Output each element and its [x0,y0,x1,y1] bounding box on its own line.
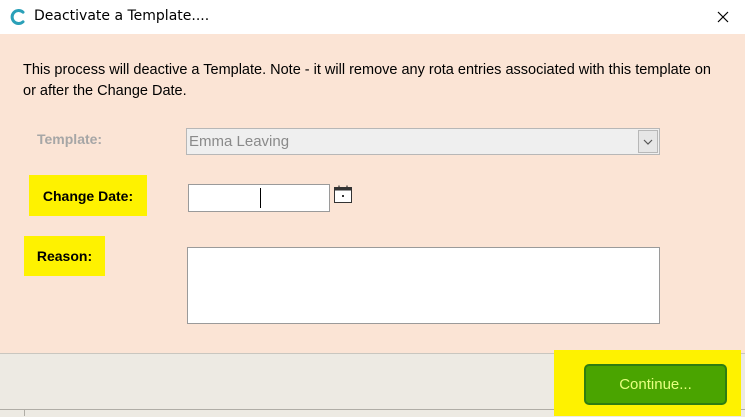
template-select-value: Emma Leaving [189,133,290,150]
calendar-icon[interactable] [333,184,353,204]
reason-label: Reason: [36,248,93,264]
change-date-label-highlight: Change Date: [29,175,147,216]
template-select[interactable]: Emma Leaving [186,128,660,155]
reason-label-highlight: Reason: [24,236,105,276]
window-title: Deactivate a Template.... [34,8,210,24]
title-bar: Deactivate a Template.... [0,0,745,34]
chevron-down-icon [643,139,653,145]
description-text: This process will deactive a Template. N… [23,62,711,99]
change-date-label: Change Date: [42,187,134,204]
template-label: Template: [37,131,103,147]
change-date-input[interactable] [188,184,330,212]
text-caret [260,188,261,208]
close-icon [717,11,728,23]
continue-button[interactable]: Continue... [584,364,727,405]
reason-textarea[interactable] [187,247,660,324]
app-c-icon [10,9,25,25]
footer-divider-tick [24,409,25,416]
template-dropdown-button[interactable] [638,130,658,153]
close-button[interactable] [700,0,745,34]
